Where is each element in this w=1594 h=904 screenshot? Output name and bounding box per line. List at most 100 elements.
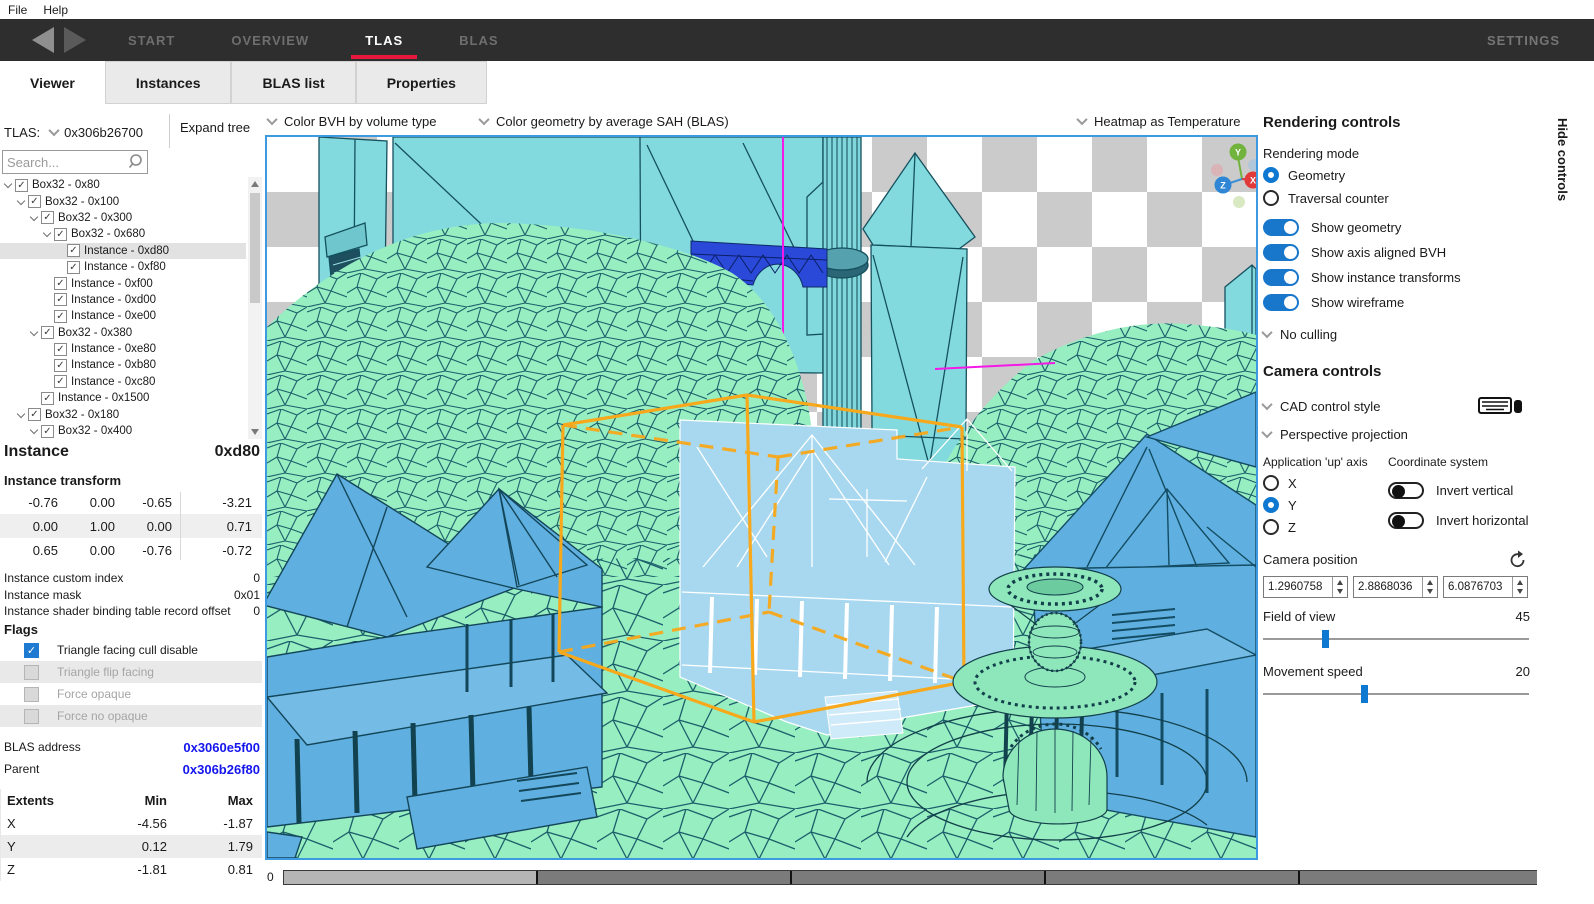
spinner-arrows-icon[interactable] (1512, 577, 1527, 597)
tree-checkbox[interactable]: ✓ (41, 425, 54, 438)
traversal-segment[interactable] (792, 871, 1046, 884)
tree-checkbox[interactable]: ✓ (67, 261, 80, 274)
tree-item[interactable]: ✓Box32 - 0x180 (0, 406, 246, 422)
traversal-segment[interactable] (538, 871, 792, 884)
tree-scrollbar[interactable] (248, 177, 262, 439)
tree-item[interactable]: ✓Box32 - 0x300 (0, 210, 246, 226)
toggle-icon[interactable] (1388, 512, 1424, 529)
expander-icon[interactable] (29, 328, 39, 338)
toggle-icon[interactable] (1263, 269, 1299, 286)
radio-icon[interactable] (1263, 167, 1279, 183)
spinner-arrows-icon[interactable] (1422, 577, 1437, 597)
flag-checkbox[interactable]: ✓ (24, 643, 39, 658)
tree-checkbox[interactable]: ✓ (41, 326, 54, 339)
culling-dropdown[interactable]: No culling (1263, 324, 1337, 344)
sub-tab-properties[interactable]: Properties (356, 61, 487, 104)
traversal-bar[interactable] (283, 870, 1553, 885)
toggle-icon[interactable] (1263, 294, 1299, 311)
up-axis-radio-x[interactable]: X (1263, 473, 1297, 493)
nav-tab-start[interactable]: START (100, 19, 203, 61)
tree-checkbox[interactable]: ✓ (15, 179, 28, 192)
tab-settings[interactable]: SETTINGS (1487, 19, 1560, 61)
expander-icon[interactable] (42, 229, 52, 239)
control-style-dropdown[interactable]: CAD control style (1263, 396, 1380, 416)
up-axis-radio-z[interactable]: Z (1263, 517, 1296, 537)
render-toggle[interactable]: Show instance transforms (1263, 267, 1461, 287)
tree-item[interactable]: ✓Instance - 0xc80 (0, 374, 246, 390)
nav-tab-overview[interactable]: OVERVIEW (203, 19, 337, 61)
scroll-down-icon[interactable] (251, 429, 259, 435)
sub-tab-blas-list[interactable]: BLAS list (231, 61, 355, 104)
up-axis-radio-y[interactable]: Y (1263, 495, 1297, 515)
nav-tab-tlas[interactable]: TLAS (337, 19, 431, 61)
color-geometry-dropdown[interactable]: Color geometry by average SAH (BLAS) (480, 110, 729, 132)
forward-arrow-icon[interactable] (64, 27, 86, 53)
toggle-icon[interactable] (1263, 244, 1299, 261)
hide-controls-strip[interactable]: Hide controls (1537, 104, 1594, 904)
tree-item[interactable]: ✓Instance - 0xe80 (0, 341, 246, 357)
spinner-arrows-icon[interactable] (1332, 577, 1347, 597)
sub-tab-viewer[interactable]: Viewer (0, 61, 105, 104)
speed-slider[interactable] (1263, 685, 1529, 703)
tree-checkbox[interactable]: ✓ (54, 359, 67, 372)
heatmap-dropdown[interactable]: Heatmap as Temperature (1078, 110, 1240, 132)
expand-tree-button[interactable]: Expand tree (180, 120, 250, 135)
back-arrow-icon[interactable] (32, 27, 54, 53)
menu-file[interactable]: File (8, 3, 27, 17)
camera-position-spinbox[interactable]: 1.2960758 (1263, 576, 1348, 598)
toggle-icon[interactable] (1388, 482, 1424, 499)
radio-icon[interactable] (1263, 519, 1279, 535)
tree-item[interactable]: ✓Instance - 0xf00 (0, 275, 246, 291)
rendering-mode-radio[interactable]: Traversal counter (1263, 188, 1389, 208)
tree-item[interactable]: ✓Instance - 0xf80 (0, 259, 246, 275)
tree-checkbox[interactable]: ✓ (54, 343, 67, 356)
nav-tab-blas[interactable]: BLAS (431, 19, 526, 61)
reset-position-icon[interactable] (1508, 550, 1528, 570)
expander-icon[interactable] (3, 180, 13, 190)
tree-checkbox[interactable]: ✓ (54, 375, 67, 388)
tree-checkbox[interactable]: ✓ (54, 277, 67, 290)
speed-slider-handle[interactable] (1361, 685, 1368, 703)
expander-icon[interactable] (29, 213, 39, 223)
tree-checkbox[interactable]: ✓ (67, 244, 80, 257)
rendering-mode-radio[interactable]: Geometry (1263, 165, 1345, 185)
camera-position-spinbox[interactable]: 6.0876703 (1443, 576, 1528, 598)
tree-item[interactable]: ✓Box32 - 0x400 (0, 423, 246, 439)
expander-icon[interactable] (16, 410, 26, 420)
tree-item[interactable]: ✓Instance - 0xd80 (0, 243, 246, 259)
tree-checkbox[interactable]: ✓ (41, 211, 54, 224)
tree-checkbox[interactable]: ✓ (28, 408, 41, 421)
tree-item[interactable]: ✓Box32 - 0x80 (0, 177, 246, 193)
fov-slider[interactable] (1263, 630, 1529, 648)
color-bvh-dropdown[interactable]: Color BVH by volume type (268, 110, 436, 132)
coord-toggle[interactable]: Invert horizontal (1388, 510, 1529, 530)
coord-toggle[interactable]: Invert vertical (1388, 480, 1513, 500)
viewport-scene[interactable]: Y Z X (267, 137, 1256, 858)
tree-checkbox[interactable]: ✓ (41, 392, 54, 405)
tree-item[interactable]: ✓Instance - 0xb80 (0, 357, 246, 373)
traversal-segment[interactable] (1046, 871, 1300, 884)
address-link[interactable]: 0x306b26f80 (183, 762, 260, 777)
toggle-icon[interactable] (1263, 219, 1299, 236)
scroll-up-icon[interactable] (251, 181, 259, 187)
tree-item[interactable]: ✓Box32 - 0x100 (0, 193, 246, 209)
projection-dropdown[interactable]: Perspective projection (1263, 424, 1408, 444)
fov-slider-handle[interactable] (1322, 630, 1329, 648)
tree-checkbox[interactable]: ✓ (54, 310, 67, 323)
tree-item[interactable]: ✓Instance - 0xd00 (0, 292, 246, 308)
render-toggle[interactable]: Show wireframe (1263, 292, 1404, 312)
address-link[interactable]: 0x3060e5f00 (183, 740, 260, 755)
camera-position-spinbox[interactable]: 2.8868036 (1353, 576, 1438, 598)
expander-icon[interactable] (16, 197, 26, 207)
traversal-segment[interactable] (284, 871, 538, 884)
tree-checkbox[interactable]: ✓ (28, 195, 41, 208)
expander-icon[interactable] (29, 426, 39, 436)
traversal-segment[interactable] (1300, 871, 1552, 884)
tree-checkbox[interactable]: ✓ (54, 228, 67, 241)
radio-icon[interactable] (1263, 190, 1279, 206)
sub-tab-instances[interactable]: Instances (105, 61, 232, 104)
tree-item[interactable]: ✓Instance - 0xe00 (0, 308, 246, 324)
tree-item[interactable]: ✓Instance - 0x1500 (0, 390, 246, 406)
render-toggle[interactable]: Show axis aligned BVH (1263, 242, 1446, 262)
tree-item[interactable]: ✓Box32 - 0x680 (0, 226, 246, 242)
